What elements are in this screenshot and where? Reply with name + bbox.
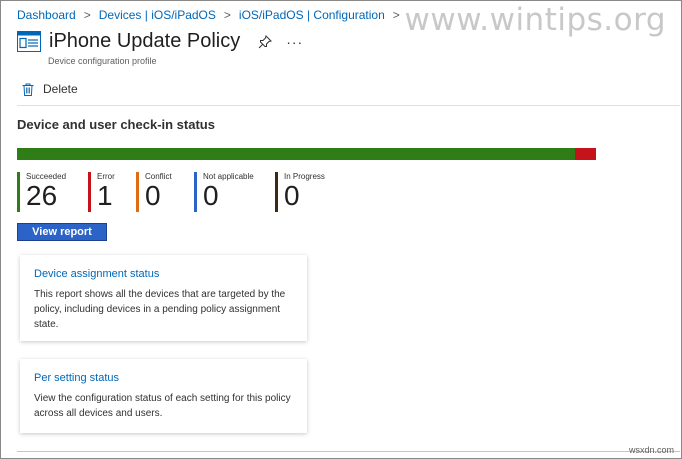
breadcrumb-ios-configuration[interactable]: iOS/iPadOS | Configuration	[239, 8, 385, 22]
delete-button[interactable]: Delete	[22, 82, 78, 96]
stat-in-progress: In Progress 0	[275, 172, 345, 212]
breadcrumb-chevron-icon: >	[392, 8, 400, 22]
pin-icon[interactable]	[258, 34, 273, 49]
card-title[interactable]: Per setting status	[34, 372, 293, 384]
toolbar-divider	[17, 105, 680, 106]
status-bar-succeeded	[17, 148, 575, 160]
stat-value: 0	[203, 180, 219, 211]
breadcrumb-dashboard[interactable]: Dashboard	[17, 8, 76, 22]
device-assignment-status-card[interactable]: Device assignment status This report sho…	[20, 255, 307, 341]
configuration-profile-icon	[17, 31, 41, 52]
delete-label: Delete	[43, 82, 78, 96]
bottom-divider	[17, 451, 680, 452]
breadcrumb: Dashboard > Devices | iOS/iPadOS > iOS/i…	[17, 8, 408, 22]
per-setting-status-card[interactable]: Per setting status View the configuratio…	[20, 359, 307, 433]
credit-watermark: wsxdn.com	[628, 445, 674, 455]
status-bar-error	[574, 148, 596, 160]
view-report-button[interactable]: View report	[17, 223, 107, 241]
breadcrumb-chevron-icon: >	[83, 8, 91, 22]
checkin-section-title: Device and user check-in status	[17, 117, 215, 132]
more-options-icon[interactable]: ···	[286, 34, 303, 50]
stat-conflict: Conflict 0	[136, 172, 194, 212]
stat-succeeded: Succeeded 26	[17, 172, 88, 212]
stat-value: 1	[97, 180, 113, 211]
breadcrumb-chevron-icon: >	[223, 8, 231, 22]
checkin-stats: Succeeded 26 Error 1 Conflict 0 Not appl…	[17, 172, 345, 212]
title-row: iPhone Update Policy ···	[17, 30, 303, 53]
checkin-status-bar	[17, 148, 596, 160]
breadcrumb-devices-ios[interactable]: Devices | iOS/iPadOS	[99, 8, 216, 22]
card-description: View the configuration status of each se…	[34, 393, 291, 419]
card-description: This report shows all the devices that a…	[34, 289, 286, 330]
stat-not-applicable: Not applicable 0	[194, 172, 275, 212]
trash-icon	[22, 83, 34, 96]
stat-error: Error 1	[88, 172, 136, 212]
stat-value: 0	[284, 180, 300, 211]
stat-value: 26	[26, 180, 58, 211]
page-subtitle: Device configuration profile	[48, 56, 157, 66]
watermark: www.wintips.org	[404, 2, 666, 38]
stat-value: 0	[145, 180, 161, 211]
card-title[interactable]: Device assignment status	[34, 268, 293, 280]
page-title: iPhone Update Policy	[49, 30, 241, 52]
